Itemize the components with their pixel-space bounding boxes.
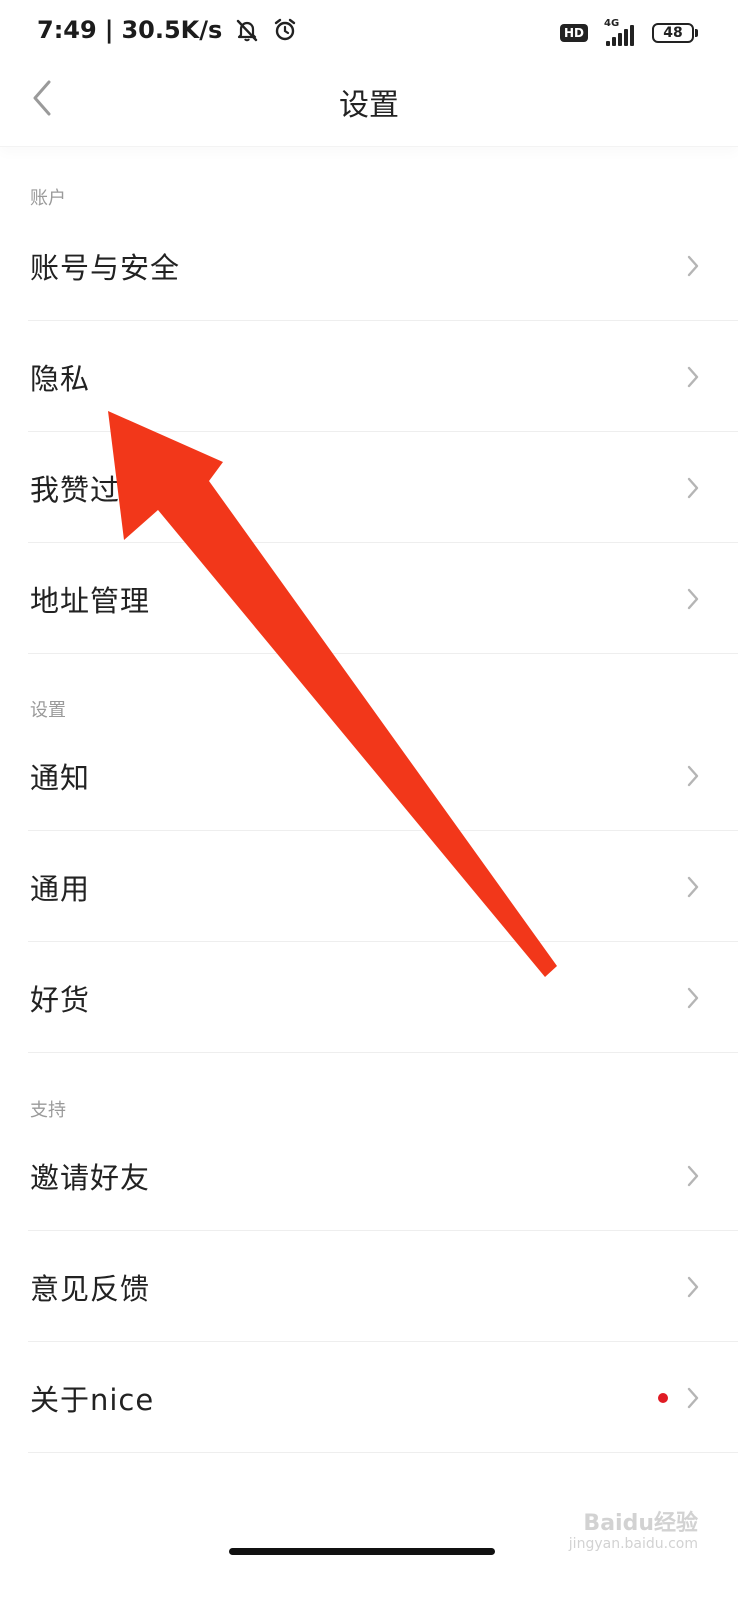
settings-item-label: 通知 <box>30 761 91 795</box>
chevron-right-icon <box>684 587 702 611</box>
chevron-right-icon <box>684 764 702 788</box>
settings-item-feedback[interactable]: 意见反馈 <box>0 1232 738 1342</box>
settings-item-account-security[interactable]: 账号与安全 <box>0 211 738 321</box>
status-bar: 7:49 | 30.5K/s HD 4G 48 <box>0 0 738 66</box>
settings-item-label: 意见反馈 <box>30 1272 151 1306</box>
settings-item-liked[interactable]: 我赞过 <box>0 433 738 543</box>
settings-item-goods[interactable]: 好货 <box>0 943 738 1053</box>
section-label-settings: 设置 <box>30 700 66 721</box>
divider <box>28 1341 738 1342</box>
settings-item-label: 我赞过 <box>30 473 121 507</box>
section-label-account: 账户 <box>30 188 66 209</box>
divider <box>28 1230 738 1231</box>
net-speed: 30.5K/s <box>121 16 223 44</box>
status-time: 7:49 <box>37 16 97 44</box>
divider <box>28 653 738 654</box>
page-title: 设置 <box>339 88 399 123</box>
settings-item-label: 通用 <box>30 872 91 906</box>
divider <box>28 320 738 321</box>
divider <box>28 1452 738 1453</box>
chevron-right-icon <box>684 1164 702 1188</box>
chevron-right-icon <box>684 875 702 899</box>
settings-item-address[interactable]: 地址管理 <box>0 544 738 654</box>
settings-item-label: 关于nice <box>30 1383 155 1417</box>
settings-item-notifications[interactable]: 通知 <box>0 721 738 831</box>
notification-dot <box>658 1393 668 1403</box>
hd-badge: HD <box>559 24 588 42</box>
home-indicator[interactable] <box>229 1548 495 1555</box>
status-left: 7:49 | 30.5K/s <box>37 16 298 44</box>
settings-item-label: 好货 <box>30 983 91 1017</box>
divider <box>28 1052 738 1053</box>
chevron-right-icon <box>684 254 702 278</box>
status-right: HD 4G 48 <box>559 18 698 46</box>
chevron-right-icon <box>684 476 702 500</box>
signal-icon: 4G <box>598 18 642 46</box>
watermark-sub: jingyan.baidu.com <box>568 1535 698 1552</box>
divider <box>28 941 738 942</box>
settings-item-label: 账号与安全 <box>30 251 181 285</box>
settings-item-label: 邀请好友 <box>30 1161 151 1195</box>
divider <box>28 431 738 432</box>
settings-item-privacy[interactable]: 隐私 <box>0 322 738 432</box>
battery-indicator: 48 <box>652 23 698 43</box>
mute-bell-icon <box>234 17 260 43</box>
watermark: Baidu经验 jingyan.baidu.com <box>569 1512 698 1552</box>
settings-item-about[interactable]: 关于nice <box>0 1343 738 1453</box>
settings-item-general[interactable]: 通用 <box>0 832 738 942</box>
alarm-clock-icon <box>272 17 298 43</box>
watermark-main: Baidu经验 <box>583 1511 698 1537</box>
settings-item-invite-friends[interactable]: 邀请好友 <box>0 1121 738 1231</box>
divider <box>28 830 738 831</box>
nav-header: 设置 <box>0 66 738 147</box>
section-label-support: 支持 <box>30 1100 66 1121</box>
settings-item-label: 地址管理 <box>30 584 151 618</box>
settings-item-label: 隐私 <box>30 362 91 396</box>
divider <box>28 542 738 543</box>
chevron-right-icon <box>684 1386 702 1410</box>
settings-screen: 7:49 | 30.5K/s HD 4G 48 设置 账户 账号与安全 隐私 我… <box>0 0 738 1600</box>
chevron-right-icon <box>684 986 702 1010</box>
status-separator: | <box>104 16 114 44</box>
chevron-right-icon <box>684 365 702 389</box>
chevron-right-icon <box>684 1275 702 1299</box>
